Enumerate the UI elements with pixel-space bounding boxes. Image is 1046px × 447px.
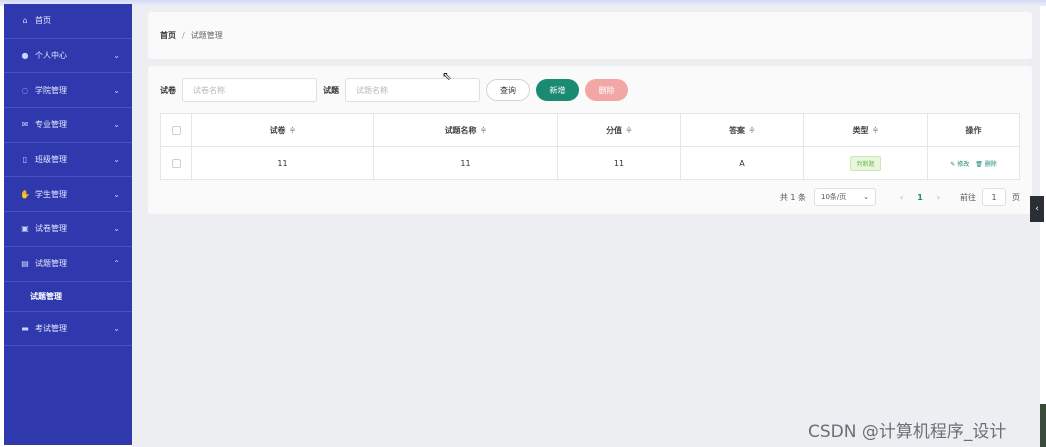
user-icon: ● <box>21 51 29 61</box>
paper-name-input[interactable]: 试卷名称 <box>182 78 317 102</box>
mouse-cursor-icon: ⇖ <box>442 69 453 83</box>
chevron-down-icon: ⌄ <box>113 189 120 199</box>
page-number-current[interactable]: 1 <box>917 193 923 202</box>
breadcrumb-home[interactable]: 首页 <box>160 30 176 41</box>
type-tag: 判断题 <box>850 155 881 171</box>
sidebar-item-exam[interactable]: ▬ 考试管理 ⌄ <box>4 312 132 347</box>
question-name-input[interactable]: 试题名称 <box>345 78 480 102</box>
collapse-panel-tab[interactable]: ‹ <box>1030 196 1044 222</box>
delete-link[interactable]: 🗑 删除 <box>975 159 997 168</box>
table-row: 11 11 11 A 判断题 ✎ 修改 🗑 删除 <box>161 147 1019 179</box>
column-header-name[interactable]: 试题名称 ≑ <box>374 114 558 146</box>
sidebar-item-label: 学院管理 <box>35 85 67 95</box>
next-page-button[interactable]: › <box>937 193 940 202</box>
sidebar-item-student[interactable]: ✋ 学生管理 ⌄ <box>4 177 132 213</box>
sort-icon[interactable]: ≑ <box>749 126 755 134</box>
pagination: 共 1 条 10条/页 ⌄ ‹ 1 › 前往 1 页 <box>780 188 1020 206</box>
column-header-score[interactable]: 分值 ≑ <box>558 114 681 146</box>
watermark: CSDN @计算机程序_设计 <box>808 422 1007 442</box>
chevron-down-icon: ⌄ <box>113 120 120 130</box>
column-header-type[interactable]: 类型 ≑ <box>804 114 928 146</box>
search-bar: 试卷 试卷名称 试题 试题名称 查询 新增 删除 <box>160 78 634 102</box>
breadcrumb-current: 试题管理 <box>190 31 223 40</box>
sidebar-item-home[interactable]: ⌂ 首页 <box>4 4 132 39</box>
cell-type: 判断题 <box>804 147 928 179</box>
sidebar: ⌂ 首页 ● 个人中心 ⌄ ◌ 学院管理 ⌄ ✉ 专业管理 ⌄ ▯ 班级管理 ⌄… <box>4 4 132 445</box>
chevron-down-icon: ⌄ <box>863 193 870 201</box>
add-button[interactable]: 新增 <box>536 79 579 101</box>
cell-score: 11 <box>558 147 681 179</box>
breadcrumb-separator: / <box>182 31 185 40</box>
select-all-cell <box>161 114 192 146</box>
row-select-cell <box>161 147 192 179</box>
page-size-select[interactable]: 10条/页 ⌄ <box>814 188 877 206</box>
sidebar-item-major[interactable]: ✉ 专业管理 ⌄ <box>4 108 132 143</box>
row-checkbox[interactable] <box>171 158 181 168</box>
chevron-down-icon: ⌄ <box>113 155 120 165</box>
cell-name: 11 <box>374 147 558 179</box>
column-header-actions: 操作 <box>965 125 982 135</box>
delete-button[interactable]: 删除 <box>585 79 628 101</box>
sidebar-item-label: 试题管理 <box>35 259 67 269</box>
thumb-icon: ✋ <box>20 189 30 199</box>
select-all-checkbox[interactable] <box>171 125 181 135</box>
sidebar-item-college[interactable]: ◌ 学院管理 ⌄ <box>4 73 132 109</box>
home-icon: ⌂ <box>22 16 28 26</box>
sidebar-item-label: 专业管理 <box>35 120 67 130</box>
sidebar-item-label: 学生管理 <box>35 189 67 199</box>
doc-icon: ▤ <box>21 259 29 269</box>
chevron-down-icon: ⌄ <box>113 51 120 61</box>
mail-icon: ✉ <box>21 120 29 130</box>
main-area: 首页 / 试题管理 试卷 试卷名称 试题 试题名称 查询 新增 删除 试卷 ≑ 试… <box>132 6 1040 447</box>
content-card: 试卷 试卷名称 试题 试题名称 查询 新增 删除 试卷 ≑ 试题名称 ≑ 分值 ≑ 答… <box>148 66 1032 214</box>
cell-paper: 11 <box>192 147 374 179</box>
phone-icon: ▯ <box>22 155 28 165</box>
prev-page-button[interactable]: ‹ <box>900 193 903 202</box>
sort-icon[interactable]: ≑ <box>481 126 487 134</box>
clipboard-icon: ▣ <box>21 224 29 234</box>
cell-actions: ✎ 修改 🗑 删除 <box>928 147 1019 179</box>
sidebar-item-personal-center[interactable]: ● 个人中心 ⌄ <box>4 39 132 74</box>
sidebar-item-question[interactable]: ▤ 试题管理 ⌃ <box>4 247 132 282</box>
sidebar-item-class[interactable]: ▯ 班级管理 ⌄ <box>4 143 132 178</box>
column-header-paper[interactable]: 试卷 ≑ <box>192 114 374 146</box>
sidebar-subitem-question-manage[interactable]: 试题管理 <box>4 282 132 312</box>
side-strip <box>1040 404 1046 447</box>
breadcrumb: 首页 / 试题管理 <box>148 12 1032 59</box>
sidebar-item-label: 考试管理 <box>35 323 67 333</box>
briefcase-icon: ▬ <box>21 323 29 333</box>
query-button[interactable]: 查询 <box>486 79 530 101</box>
paper-label: 试卷 <box>160 85 176 95</box>
sort-icon[interactable]: ≑ <box>626 126 632 134</box>
chevron-down-icon: ⌄ <box>113 323 120 333</box>
goto-label: 前往 <box>960 192 976 202</box>
question-table: 试卷 ≑ 试题名称 ≑ 分值 ≑ 答案 ≑ 类型 ≑ 操作 11 11 11 A 判断题 … <box>160 113 1020 180</box>
cell-answer: A <box>681 147 804 179</box>
chevron-up-icon: ⌃ <box>113 259 120 269</box>
sidebar-item-label: 个人中心 <box>35 51 67 61</box>
sort-icon[interactable]: ≑ <box>873 126 879 134</box>
pagination-total: 共 1 条 <box>779 192 807 202</box>
edit-link[interactable]: ✎ 修改 <box>950 159 969 168</box>
page-suffix: 页 <box>1012 192 1020 202</box>
chevron-down-icon: ⌄ <box>113 224 120 234</box>
sidebar-item-paper[interactable]: ▣ 试卷管理 ⌄ <box>4 212 132 247</box>
table-header: 试卷 ≑ 试题名称 ≑ 分值 ≑ 答案 ≑ 类型 ≑ 操作 <box>161 114 1019 147</box>
chevron-down-icon: ⌄ <box>113 85 120 95</box>
question-label: 试题 <box>323 85 339 95</box>
column-header-answer[interactable]: 答案 ≑ <box>681 114 804 146</box>
sidebar-item-label: 首页 <box>35 16 51 26</box>
power-icon: ◌ <box>21 85 29 95</box>
sidebar-item-label: 班级管理 <box>35 155 67 165</box>
goto-page-input[interactable]: 1 <box>982 188 1006 206</box>
sidebar-item-label: 试卷管理 <box>35 224 67 234</box>
sort-icon[interactable]: ≑ <box>290 126 296 134</box>
